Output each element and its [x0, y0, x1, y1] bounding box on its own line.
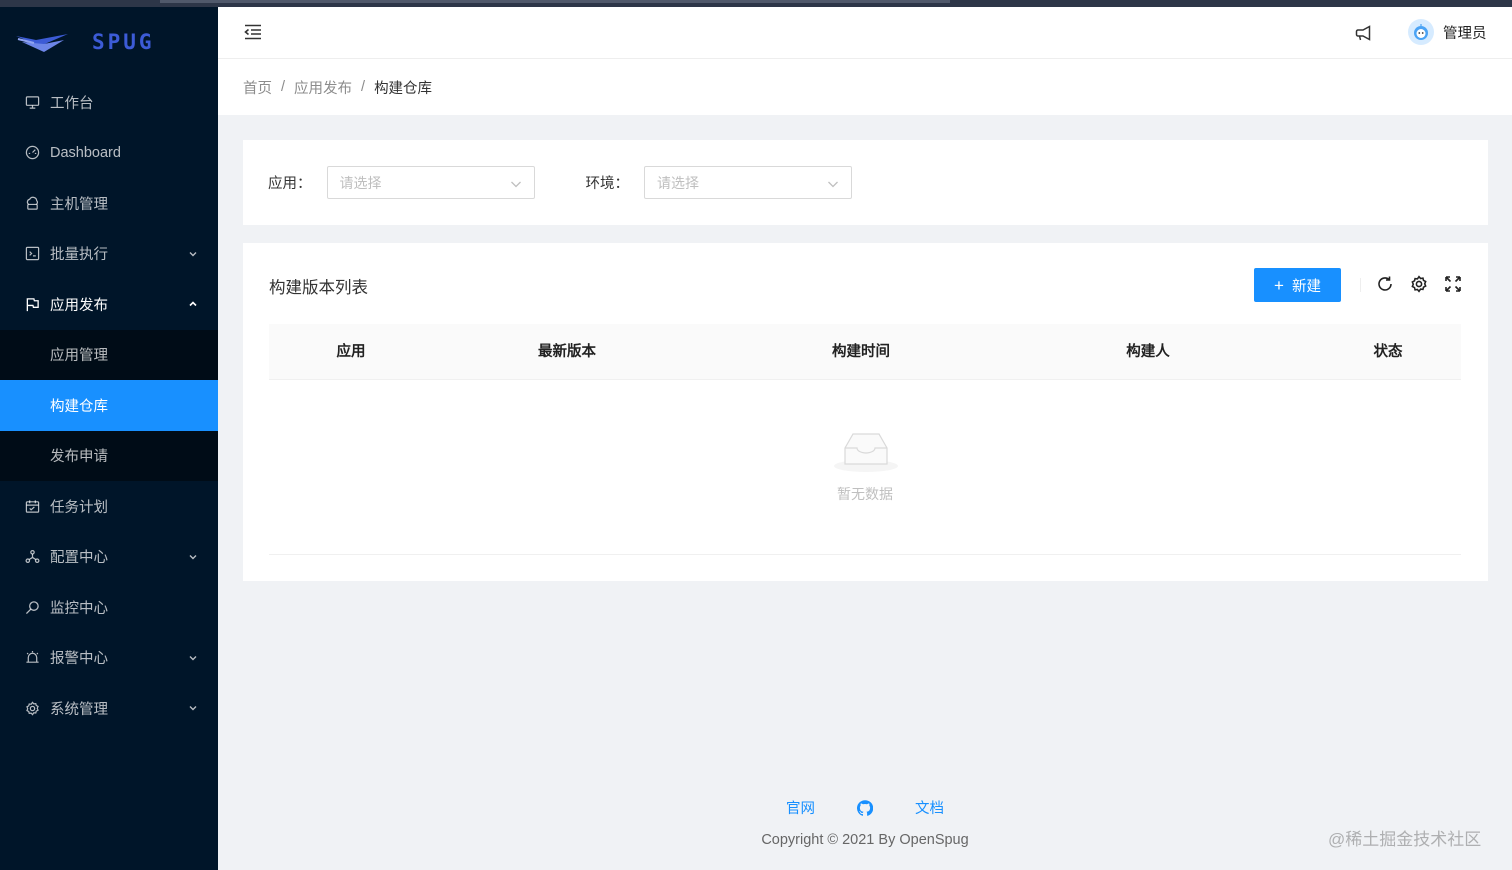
sidebar-item-workbench[interactable]: 工作台 [0, 77, 218, 128]
user-menu[interactable]: 管理员 [1408, 19, 1487, 45]
footer: 官网 文档 Copyright © 2021 By OpenSpug [218, 797, 1512, 848]
spug-logo-icon [16, 34, 68, 52]
column-header-status[interactable]: 状态 [1374, 324, 1403, 380]
top-header: 管理员 [218, 7, 1512, 59]
chevron-down-icon [189, 706, 197, 711]
avatar-robot-icon [1414, 24, 1428, 40]
column-header-app[interactable]: 应用 [337, 324, 366, 380]
sidebar-item-build-repo[interactable]: 构建仓库 [0, 380, 218, 431]
sidebar-item-label: 监控中心 [50, 600, 108, 617]
chevron-up-icon [189, 301, 197, 307]
breadcrumb: 首页 / 应用发布 / 构建仓库 [218, 59, 1512, 115]
table-title: 构建版本列表 [269, 279, 368, 297]
empty-inbox-icon [834, 433, 898, 472]
watermark: @稀土掘金技术社区 [1328, 830, 1482, 849]
table-header: 应用 最新版本 构建时间 构建人 状态 [269, 324, 1461, 380]
sidebar-item-app-release[interactable]: 应用发布 [0, 279, 218, 330]
alert-icon [24, 650, 40, 666]
chevron-down-icon [189, 655, 197, 661]
copyright: Copyright © 2021 By OpenSpug [761, 832, 969, 848]
sidebar: SPUG 工作台 Dashboard 主机管理 批量执行 应用发布 应用管理 构… [0, 7, 218, 870]
footer-links: 官网 文档 [218, 797, 1512, 818]
sidebar-item-alarm[interactable]: 报警中心 [0, 633, 218, 684]
footer-link-docs[interactable]: 文档 [915, 797, 944, 818]
breadcrumb-separator: / [281, 79, 286, 95]
code-icon [24, 246, 40, 262]
submenu-app-release: 应用管理 构建仓库 发布申请 [0, 329, 218, 482]
dashboard-icon [24, 145, 40, 161]
new-button-label: 新建 [1291, 278, 1321, 295]
column-header-build-time[interactable]: 构建时间 [832, 324, 890, 380]
sidebar-item-label: 发布申请 [50, 449, 108, 466]
breadcrumb-app-release[interactable]: 应用发布 [294, 77, 352, 98]
filter-card: 应用： 请选择 环境： 请选择 [243, 140, 1488, 225]
user-name: 管理员 [1443, 25, 1487, 42]
footer-link-website[interactable]: 官网 [786, 797, 815, 818]
notification-icon[interactable] [1354, 24, 1372, 42]
toolbar-divider [1360, 278, 1361, 292]
sidebar-item-config[interactable]: 配置中心 [0, 532, 218, 583]
menu-fold-icon[interactable] [244, 24, 262, 40]
avatar [1408, 19, 1434, 45]
sidebar-item-label: 应用管理 [50, 348, 108, 365]
sidebar-item-host[interactable]: 主机管理 [0, 178, 218, 229]
desktop-icon [24, 94, 40, 110]
reload-icon[interactable] [1376, 275, 1394, 293]
table-empty-state: 暂无数据 [269, 380, 1461, 555]
sidebar-item-release-request[interactable]: 发布申请 [0, 431, 218, 482]
sidebar-item-label: 配置中心 [50, 550, 108, 567]
empty-text: 暂无数据 [837, 486, 893, 502]
env-select-placeholder: 请选择 [657, 174, 699, 191]
top-strip-segment [160, 0, 950, 3]
sidebar-item-schedule[interactable]: 任务计划 [0, 481, 218, 532]
chevron-down-icon [828, 181, 838, 188]
sidebar-item-dashboard[interactable]: Dashboard [0, 128, 218, 179]
sidebar-item-label: 主机管理 [50, 196, 108, 213]
main-area: 管理员 首页 / 应用发布 / 构建仓库 应用： 请选择 环境： 请选择 构建版… [218, 7, 1512, 870]
app-select-placeholder: 请选择 [339, 174, 382, 191]
env-filter-label: 环境： [585, 176, 630, 192]
column-header-builder[interactable]: 构建人 [1126, 324, 1170, 380]
github-icon[interactable] [857, 799, 873, 816]
flag-icon [24, 296, 40, 312]
cloud-server-icon [24, 195, 40, 211]
plus-icon: + [1274, 275, 1284, 295]
breadcrumb-separator: / [361, 79, 366, 95]
deployment-icon [24, 549, 40, 565]
chevron-down-icon [189, 251, 197, 257]
logo-text: SPUG [92, 30, 155, 54]
fullscreen-icon[interactable] [1444, 275, 1462, 293]
sidebar-item-label: 任务计划 [50, 499, 108, 516]
new-build-button[interactable]: + 新建 [1254, 268, 1341, 302]
chevron-down-icon [189, 554, 197, 560]
monitor-icon [24, 599, 40, 615]
sidebar-item-label: 构建仓库 [50, 398, 108, 415]
app-filter-label: 应用： [268, 176, 312, 192]
env-select[interactable]: 请选择 [644, 166, 852, 199]
chevron-down-icon [510, 181, 521, 188]
sidebar-item-app-manage[interactable]: 应用管理 [0, 330, 218, 381]
sidebar-item-batch[interactable]: 批量执行 [0, 229, 218, 280]
sidebar-item-label: 应用发布 [50, 297, 108, 314]
sidebar-item-label: 批量执行 [50, 247, 108, 264]
app-select[interactable]: 请选择 [326, 166, 535, 199]
logo[interactable]: SPUG [0, 7, 218, 77]
sidebar-item-label: 系统管理 [50, 701, 108, 718]
schedule-icon [24, 498, 40, 514]
column-header-latest-version[interactable]: 最新版本 [538, 324, 596, 380]
sidebar-item-label: 工作台 [50, 95, 94, 112]
build-list-card: 构建版本列表 + 新建 应用 最新版本 构建时间 构建人 状态 暂无数据 [243, 243, 1488, 581]
sidebar-item-label: 报警中心 [50, 651, 108, 668]
breadcrumb-home[interactable]: 首页 [243, 77, 272, 98]
setting-icon[interactable] [1410, 275, 1428, 293]
breadcrumb-current: 构建仓库 [374, 80, 433, 97]
sidebar-item-label: Dashboard [50, 144, 121, 161]
sidebar-item-monitor[interactable]: 监控中心 [0, 582, 218, 633]
setting-icon [24, 700, 40, 716]
browser-top-strip [0, 0, 1512, 7]
sidebar-item-system[interactable]: 系统管理 [0, 683, 218, 734]
